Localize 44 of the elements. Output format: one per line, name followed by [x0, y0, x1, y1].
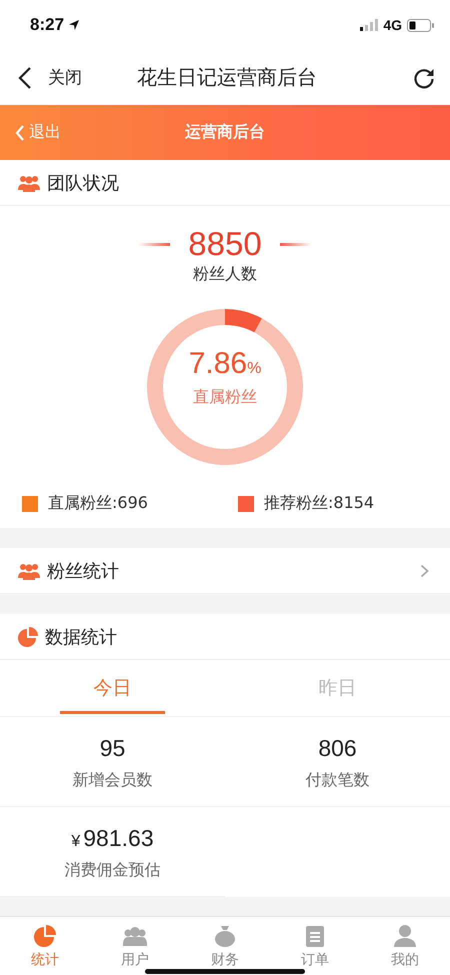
section-title: 粉丝统计	[47, 560, 120, 582]
page-title: 花生日记运营商后台	[136, 64, 318, 91]
back-icon[interactable]	[18, 66, 32, 90]
direct-fans-label: 直属粉丝	[193, 387, 257, 408]
money-bag-icon	[213, 924, 237, 948]
decor-line	[138, 242, 170, 246]
person-icon	[393, 924, 417, 948]
tab-bar-item[interactable]: 财务	[180, 917, 270, 975]
tab-bar-item[interactable]: 我的	[360, 917, 450, 975]
back-icon	[15, 124, 25, 140]
tab-bar-item[interactable]: 统计	[0, 917, 90, 975]
period-tab[interactable]: 今日	[0, 660, 225, 716]
stat-value: 95	[100, 735, 126, 762]
fans-total: 8850	[188, 226, 262, 262]
pie-chart-icon	[17, 626, 39, 648]
stat-label: 消费佣金预估	[64, 860, 160, 881]
network-label: 4G	[383, 17, 402, 33]
fans-stats-row[interactable]: 粉丝统计	[0, 548, 450, 594]
direct-percent: 7.86%	[188, 347, 262, 381]
stat-label: 新增会员数	[72, 770, 152, 791]
currency-sign: ¥	[71, 833, 80, 851]
decor-line	[280, 242, 312, 246]
stat-value: 806	[318, 735, 357, 762]
period-tab[interactable]: 昨日	[225, 660, 450, 716]
people-icon	[17, 562, 41, 580]
clipboard-icon	[303, 924, 327, 948]
pie-chart-icon	[33, 924, 57, 948]
header-title: 运营商后台	[185, 122, 265, 141]
location-icon	[68, 19, 80, 31]
section-title: 数据统计	[45, 626, 118, 648]
stat-number: 981.63	[83, 825, 154, 852]
chevron-icon	[420, 564, 429, 578]
legend-label: 推荐粉丝:8154	[264, 493, 374, 514]
people-icon	[17, 174, 41, 192]
status-time: 8:27	[30, 15, 64, 35]
exit-button[interactable]: 退出	[0, 116, 71, 149]
close-button[interactable]: 关闭	[48, 66, 82, 89]
battery-icon	[407, 18, 434, 32]
fans-total-label: 粉丝人数	[193, 264, 257, 285]
signal-icon	[360, 19, 378, 31]
tab-bar-item[interactable]: 用户	[90, 917, 180, 975]
section-title: 团队状况	[47, 172, 120, 194]
legend-label: 直属粉丝:696	[48, 493, 148, 514]
stat-label: 付款笔数	[306, 770, 370, 791]
